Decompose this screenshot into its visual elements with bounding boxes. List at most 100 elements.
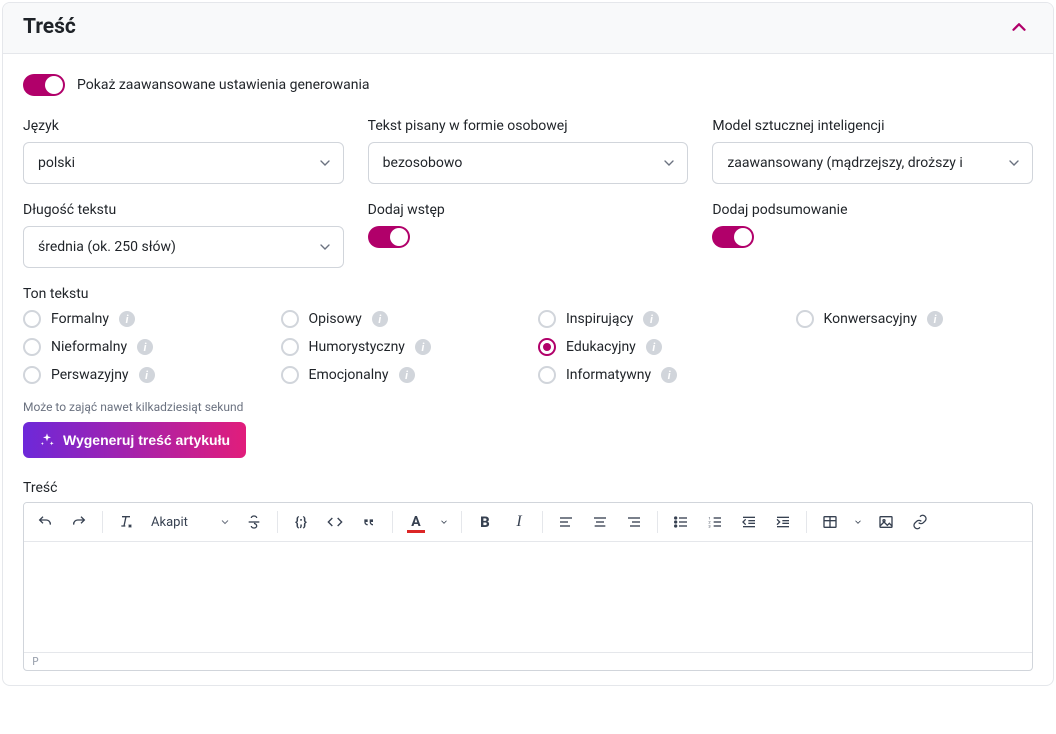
table-dropdown-icon[interactable]	[849, 507, 867, 537]
tone-option-label: Nieformalny	[51, 339, 127, 355]
undo-icon[interactable]	[30, 507, 60, 537]
person-label: Tekst pisany w formie osobowej	[368, 118, 689, 134]
tone-option-label: Humorystyczny	[309, 339, 405, 355]
tone-option[interactable]: Emocjonalnyi	[281, 366, 519, 384]
info-icon[interactable]: i	[661, 367, 677, 383]
language-select[interactable]: polski	[23, 142, 344, 184]
rich-text-editor: Akapit {;} A	[23, 502, 1033, 671]
clear-format-icon[interactable]	[111, 507, 141, 537]
toolbar-separator	[392, 511, 393, 533]
length-select[interactable]: średnia (ok. 250 słów)	[23, 226, 344, 268]
toolbar-separator	[542, 511, 543, 533]
tone-option-label: Konwersacyjny	[824, 311, 918, 327]
tone-label: Ton tekstu	[23, 286, 1033, 302]
sparkle-icon	[39, 432, 55, 448]
radio-icon[interactable]	[538, 366, 556, 384]
link-icon[interactable]	[905, 507, 935, 537]
radio-icon[interactable]	[538, 310, 556, 328]
content-card: Treść Pokaż zaawansowane ustawienia gene…	[2, 2, 1054, 686]
radio-icon[interactable]	[281, 366, 299, 384]
tone-option-label: Edukacyjny	[566, 339, 636, 355]
tone-grid: FormalnyiOpisowyiInspirującyiKonwersacyj…	[23, 310, 1033, 384]
indent-icon[interactable]	[768, 507, 798, 537]
intro-toggle[interactable]	[368, 226, 410, 248]
info-icon[interactable]: i	[139, 367, 155, 383]
tone-option[interactable]: Nieformalny i	[23, 338, 261, 356]
align-center-icon[interactable]	[585, 507, 615, 537]
tone-option[interactable]: Opisowyi	[281, 310, 519, 328]
code-block-icon[interactable]: {;}	[286, 507, 316, 537]
language-value: polski	[38, 155, 75, 171]
info-icon[interactable]: i	[646, 339, 662, 355]
length-value: średnia (ok. 250 słów)	[38, 239, 176, 255]
card-header[interactable]: Treść	[3, 3, 1053, 54]
radio-icon[interactable]	[538, 338, 556, 356]
editor-label: Treść	[23, 480, 1033, 496]
format-select[interactable]: Akapit	[145, 507, 235, 537]
info-icon[interactable]: i	[119, 311, 135, 327]
info-icon[interactable]: i	[137, 339, 153, 355]
editor-textarea[interactable]	[24, 542, 1032, 652]
chevron-up-icon[interactable]	[1005, 13, 1033, 41]
advanced-toggle-label: Pokaż zaawansowane ustawienia generowani…	[77, 77, 370, 93]
info-icon[interactable]: i	[399, 367, 415, 383]
radio-icon[interactable]	[23, 338, 41, 356]
person-value: bezosobowo	[383, 155, 463, 171]
radio-icon[interactable]	[281, 310, 299, 328]
redo-icon[interactable]	[64, 507, 94, 537]
card-body: Pokaż zaawansowane ustawienia generowani…	[3, 54, 1053, 685]
chevron-down-icon	[317, 239, 333, 255]
image-icon[interactable]	[871, 507, 901, 537]
tone-option[interactable]: Edukacyjny i	[538, 338, 776, 356]
radio-icon[interactable]	[23, 310, 41, 328]
tone-option[interactable]: Informatywny i	[538, 366, 776, 384]
editor-statusbar: P	[24, 652, 1032, 670]
align-right-icon[interactable]	[619, 507, 649, 537]
summary-label: Dodaj podsumowanie	[712, 202, 1033, 218]
info-icon[interactable]: i	[372, 311, 388, 327]
radio-icon[interactable]	[796, 310, 814, 328]
blockquote-icon[interactable]	[354, 507, 384, 537]
tone-option[interactable]: Formalny i	[23, 310, 261, 328]
info-icon[interactable]: i	[415, 339, 431, 355]
toolbar-separator	[277, 511, 278, 533]
advanced-toggle[interactable]	[23, 74, 65, 96]
format-select-value: Akapit	[151, 515, 188, 530]
info-icon[interactable]: i	[643, 311, 659, 327]
model-select[interactable]: zaawansowany (mądrzejszy, droższy i	[712, 142, 1033, 184]
strikethrough-icon[interactable]	[239, 507, 269, 537]
outdent-icon[interactable]	[734, 507, 764, 537]
editor-toolbar: Akapit {;} A	[24, 503, 1032, 542]
chevron-down-icon	[661, 155, 677, 171]
radio-icon[interactable]	[281, 338, 299, 356]
person-select[interactable]: bezosobowo	[368, 142, 689, 184]
length-field: Długość tekstu średnia (ok. 250 słów)	[23, 202, 344, 268]
tone-option-label: Perswazyjny	[51, 367, 129, 383]
toolbar-separator	[102, 511, 103, 533]
tone-option-label: Formalny	[51, 311, 109, 327]
generate-button-label: Wygeneruj treść artykułu	[63, 432, 230, 448]
bulleted-list-icon[interactable]	[666, 507, 696, 537]
summary-toggle[interactable]	[712, 226, 754, 248]
table-icon[interactable]	[815, 507, 845, 537]
code-icon[interactable]	[320, 507, 350, 537]
tone-option[interactable]: Humorystyczny i	[281, 338, 519, 356]
info-icon[interactable]: i	[927, 311, 943, 327]
bold-icon[interactable]: B	[470, 507, 500, 537]
align-left-icon[interactable]	[551, 507, 581, 537]
row-2: Długość tekstu średnia (ok. 250 słów) Do…	[23, 202, 1033, 268]
toolbar-separator	[461, 511, 462, 533]
person-field: Tekst pisany w formie osobowej bezosobow…	[368, 118, 689, 184]
tone-option[interactable]: Konwersacyjny i	[796, 310, 1034, 328]
text-color-icon[interactable]: A	[401, 507, 431, 537]
numbered-list-icon[interactable]: 123	[700, 507, 730, 537]
text-color-dropdown-icon[interactable]	[435, 507, 453, 537]
advanced-toggle-row: Pokaż zaawansowane ustawienia generowani…	[23, 74, 1033, 96]
tone-option[interactable]: Inspirującyi	[538, 310, 776, 328]
italic-icon[interactable]: I	[504, 507, 534, 537]
radio-icon[interactable]	[23, 366, 41, 384]
generate-button[interactable]: Wygeneruj treść artykułu	[23, 422, 246, 458]
tone-option[interactable]: Perswazyjny i	[23, 366, 261, 384]
generate-note: Może to zająć nawet kilkadziesiąt sekund	[23, 400, 1033, 414]
tone-option-label: Informatywny	[566, 367, 651, 383]
